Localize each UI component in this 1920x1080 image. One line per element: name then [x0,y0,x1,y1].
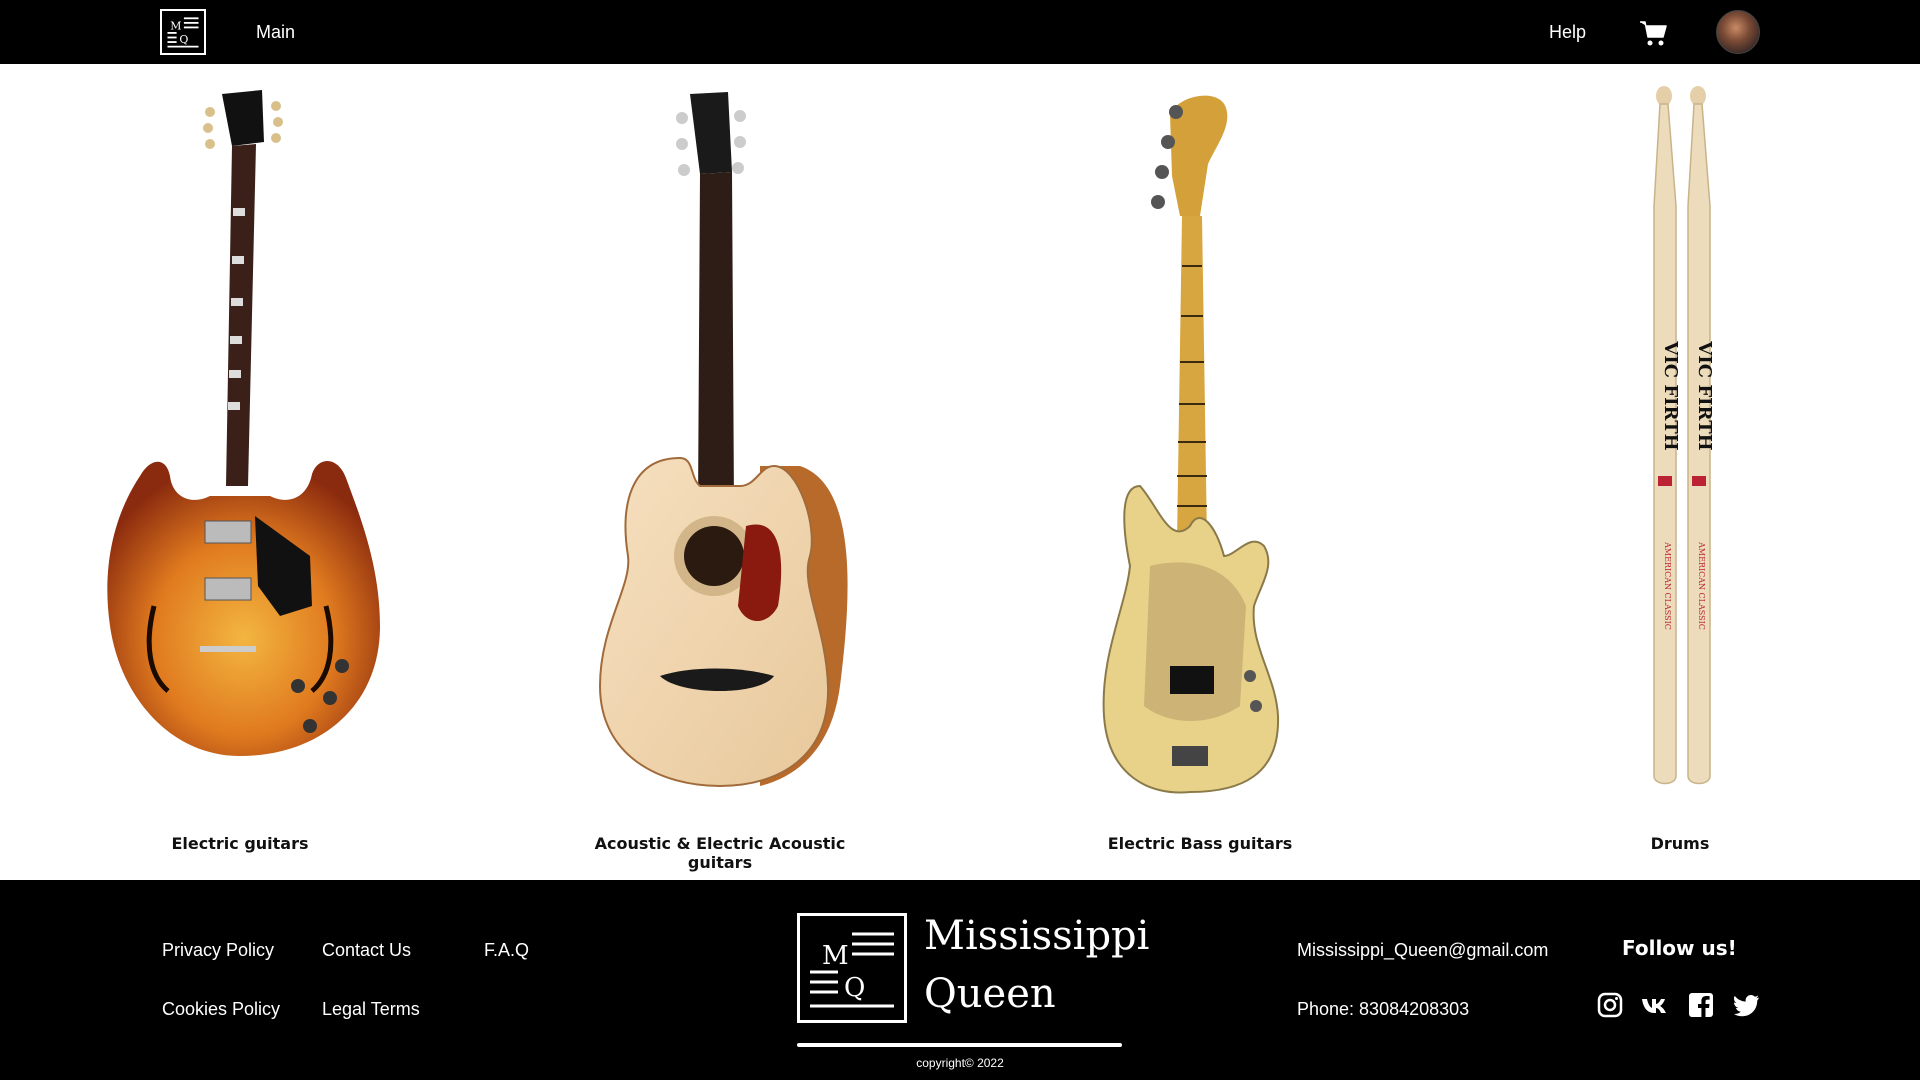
legal-terms-link[interactable]: Legal Terms [322,999,420,1020]
bass-guitar-image [1102,95,1280,794]
brand-underline [797,1043,1122,1047]
twitter-icon[interactable] [1734,992,1760,1018]
brand-name-line2: Queen [924,971,1056,1017]
copyright-text: copyright© 2022 [916,1056,1004,1070]
electric-guitar-image [107,90,380,756]
user-avatar[interactable] [1716,10,1760,54]
nav-main-link[interactable]: Main [256,22,295,43]
brand-block: M Q Mississippi Queen [797,913,1149,1053]
top-navbar: M Q Main Help [0,0,1920,64]
footer: Privacy Policy Contact Us F.A.Q Cookies … [0,880,1920,1080]
follow-us-heading: Follow us! [1622,936,1737,960]
product-categories: Electric guitars Acoustic & Electric Aco… [0,64,1920,880]
category-acoustic-guitars[interactable]: Acoustic & Electric Acoustic guitars [560,64,880,880]
category-electric-guitars[interactable]: Electric guitars [80,64,400,880]
svg-text:AMERICAN CLASSIC: AMERICAN CLASSIC [1697,541,1706,630]
svg-text:M: M [170,19,181,32]
svg-text:Q: Q [844,973,865,1003]
contact-phone: Phone: 83084208303 [1297,999,1470,1019]
cookies-policy-link[interactable]: Cookies Policy [162,999,280,1020]
category-label[interactable]: Electric Bass guitars [1040,834,1360,853]
svg-text:M: M [822,941,849,971]
shopping-cart-icon[interactable] [1638,18,1668,48]
contact-us-link[interactable]: Contact Us [322,940,411,961]
faq-link[interactable]: F.A.Q [484,940,529,961]
vk-icon[interactable] [1641,992,1667,1018]
facebook-icon[interactable] [1688,992,1714,1018]
category-drums[interactable]: VIC FIRTH AMERICAN CLASSIC VIC FIRTH AME… [1520,64,1840,880]
mq-logo-mark: M Q [167,17,199,48]
svg-text:VIC FIRTH: VIC FIRTH [1694,340,1715,450]
brand-name-line1: Mississippi [924,913,1150,959]
privacy-policy-link[interactable]: Privacy Policy [162,940,274,961]
category-label[interactable]: Acoustic & Electric Acoustic guitars [560,834,880,872]
nav-help-link[interactable]: Help [1549,22,1586,43]
mq-logo-large: M Q [797,913,907,1023]
contact-email[interactable]: Mississippi_Queen@gmail.com [1297,940,1548,961]
category-bass-guitars[interactable]: Electric Bass guitars [1040,64,1360,880]
instagram-icon[interactable] [1597,992,1623,1018]
category-label[interactable]: Drums [1520,834,1840,853]
mq-logo[interactable]: M Q [160,9,206,55]
svg-text:AMERICAN CLASSIC: AMERICAN CLASSIC [1663,541,1672,630]
category-label[interactable]: Electric guitars [80,834,400,853]
svg-text:Q: Q [179,33,188,46]
acoustic-guitar-image [598,92,848,788]
drumsticks-image: VIC FIRTH AMERICAN CLASSIC VIC FIRTH AME… [1653,86,1715,785]
svg-text:VIC FIRTH: VIC FIRTH [1660,340,1681,450]
